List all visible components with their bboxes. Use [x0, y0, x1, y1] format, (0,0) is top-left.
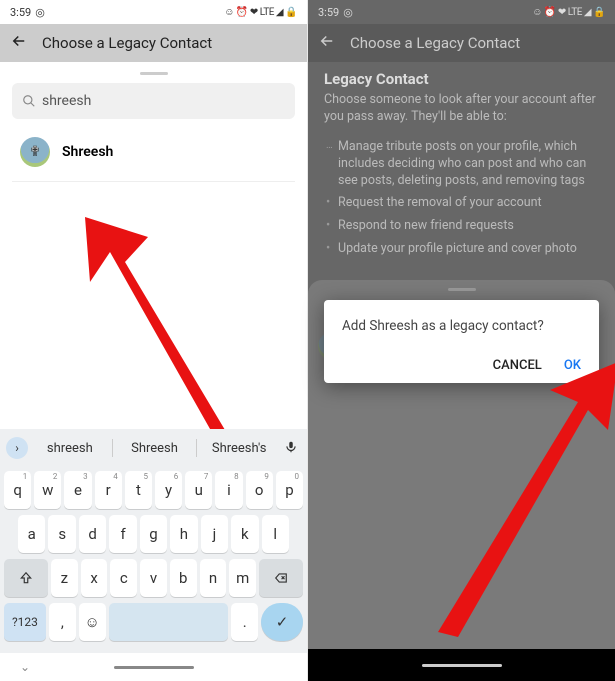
nav-bar [308, 649, 615, 681]
bullet-item: Respond to new friend requests [324, 215, 599, 238]
camera-icon: ◎ [343, 6, 353, 19]
key-a[interactable]: a [18, 515, 45, 553]
bullet-item: Update your profile picture and cover ph… [324, 238, 599, 261]
page-header: Choose a Legacy Contact [308, 24, 615, 62]
key-q[interactable]: q1 [4, 471, 31, 509]
key-t[interactable]: t5 [125, 471, 152, 509]
bullet-item: Request the removal of your account [324, 192, 599, 215]
space-key[interactable] [109, 603, 229, 641]
header-title: Choose a Legacy Contact [42, 34, 212, 52]
nav-pill[interactable] [114, 666, 194, 669]
key-p[interactable]: p0 [276, 471, 303, 509]
search-value: shreesh [42, 93, 91, 109]
search-icon [22, 94, 36, 108]
key-b[interactable]: b [170, 559, 197, 597]
key-y[interactable]: y6 [155, 471, 182, 509]
avatar: ✟ [20, 137, 50, 167]
search-input[interactable]: shreesh [12, 83, 295, 119]
section-intro: Choose someone to look after your accoun… [324, 92, 599, 126]
key-z[interactable]: z [51, 559, 78, 597]
camera-icon: ◎ [35, 6, 45, 19]
suggestion[interactable]: Shreesh's [203, 441, 275, 456]
key-m[interactable]: m [229, 559, 256, 597]
key-h[interactable]: h [170, 515, 197, 553]
ok-button[interactable]: OK [564, 358, 581, 373]
confirm-dialog: Add Shreesh as a legacy contact? CANCEL … [324, 300, 599, 383]
nav-bar: ⌄ [0, 653, 307, 681]
header-title: Choose a Legacy Contact [350, 34, 520, 52]
nav-pill[interactable] [422, 664, 502, 667]
suggestion-bar: › shreesh Shreesh Shreesh's [0, 429, 307, 467]
cancel-button[interactable]: CANCEL [493, 358, 542, 373]
section-title: Legacy Contact [324, 70, 599, 88]
suggestion[interactable]: shreesh [34, 441, 106, 456]
suggestion[interactable]: Shreesh [119, 441, 191, 456]
enter-key[interactable]: ✓ [261, 603, 303, 641]
key-n[interactable]: n [200, 559, 227, 597]
status-icons: ☺ ⏰ ❤ LTE ◢ 🔒 [224, 7, 297, 18]
left-screenshot: 3:59 ◎ ☺ ⏰ ❤ LTE ◢ 🔒 Choose a Legacy Con… [0, 0, 307, 681]
comma-key[interactable]: , [49, 603, 76, 641]
dialog-message: Add Shreesh as a legacy contact? [342, 318, 581, 334]
key-v[interactable]: v [140, 559, 167, 597]
key-e[interactable]: e3 [64, 471, 91, 509]
key-l[interactable]: l [262, 515, 289, 553]
status-time: 3:59 [10, 6, 31, 19]
legacy-info: Legacy Contact Choose someone to look af… [308, 62, 615, 269]
emoji-key[interactable]: ☺ [79, 603, 106, 641]
back-icon [318, 32, 336, 54]
sheet-handle [448, 288, 476, 291]
key-g[interactable]: g [140, 515, 167, 553]
mic-icon[interactable] [281, 439, 301, 458]
status-icons: ☺ ⏰ ❤ LTE ◢ 🔒 [532, 7, 605, 18]
bullet-item: Manage tribute posts on your profile, wh… [324, 136, 599, 193]
key-u[interactable]: u7 [185, 471, 212, 509]
status-bar: 3:59 ◎ ☺ ⏰ ❤ LTE ◢ 🔒 [308, 0, 615, 24]
search-result[interactable]: ✟ Shreesh [12, 123, 295, 182]
key-j[interactable]: j [201, 515, 228, 553]
period-key[interactable]: . [231, 603, 258, 641]
key-w[interactable]: w2 [34, 471, 61, 509]
symbols-key[interactable]: ?123 [4, 603, 46, 641]
status-time: 3:59 [318, 6, 339, 19]
key-s[interactable]: s [48, 515, 75, 553]
key-k[interactable]: k [231, 515, 258, 553]
page-header: Choose a Legacy Contact [0, 24, 307, 62]
expand-icon[interactable]: › [6, 437, 28, 459]
status-bar: 3:59 ◎ ☺ ⏰ ❤ LTE ◢ 🔒 [0, 0, 307, 24]
sheet-handle[interactable] [140, 72, 168, 75]
key-d[interactable]: d [79, 515, 106, 553]
key-f[interactable]: f [109, 515, 136, 553]
back-icon[interactable] [10, 32, 28, 54]
key-x[interactable]: x [81, 559, 108, 597]
backspace-key[interactable] [259, 559, 303, 597]
key-o[interactable]: o9 [246, 471, 273, 509]
key-r[interactable]: r4 [95, 471, 122, 509]
keyboard: › shreesh Shreesh Shreesh's q1w2e3r4t5y6… [0, 429, 307, 681]
nav-collapse-icon[interactable]: ⌄ [20, 660, 30, 674]
key-i[interactable]: i8 [215, 471, 242, 509]
result-name: Shreesh [62, 144, 113, 160]
shift-key[interactable] [4, 559, 48, 597]
key-c[interactable]: c [110, 559, 137, 597]
right-screenshot: 3:59 ◎ ☺ ⏰ ❤ LTE ◢ 🔒 Choose a Legacy Con… [308, 0, 615, 681]
